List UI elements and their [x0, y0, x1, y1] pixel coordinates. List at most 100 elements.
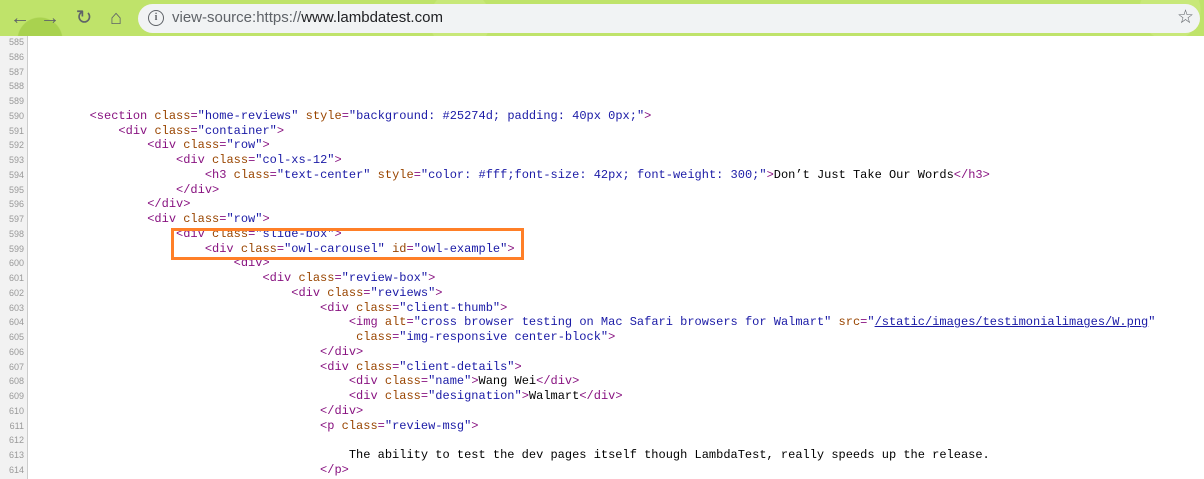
- code-token-tag: <div: [320, 300, 357, 315]
- code-token-tag: </div>: [320, 403, 364, 418]
- code-token-tag: </div>: [320, 344, 364, 359]
- code-token-attr: class: [356, 300, 393, 315]
- line-number: 594: [8, 169, 24, 180]
- source-line: 608 <div class="name">Wang Wei</div>: [0, 374, 1204, 389]
- source-line: 606 </div>: [0, 345, 1204, 360]
- source-line: 588: [0, 79, 1204, 94]
- code-token-tag: </div>: [176, 182, 220, 197]
- code-token-attr: class: [356, 330, 393, 344]
- source-line: 585: [0, 35, 1204, 50]
- code-token-val: "row": [226, 212, 263, 226]
- line-content: The ability to test the dev pages itself…: [32, 448, 990, 463]
- code-token-val: "text-center": [276, 167, 371, 182]
- url-host: www.lambdatest.com: [301, 9, 443, 26]
- source-line: 597 <div class="row">: [0, 212, 1204, 227]
- source-line: 595 </div>: [0, 183, 1204, 198]
- code-token-attr: alt: [384, 315, 407, 330]
- line-number: 595: [8, 184, 24, 195]
- url-text[interactable]: view-source:https://www.lambdatest.com: [172, 9, 443, 26]
- line-number: 612: [8, 435, 24, 446]
- reload-icon[interactable]: ↻: [72, 6, 96, 30]
- home-icon[interactable]: ⌂: [104, 6, 128, 30]
- line-content: <div class="row">: [32, 212, 269, 227]
- source-line: 594 <h3 class="text-center" style="color…: [0, 168, 1204, 183]
- source-link[interactable]: /static/images/testimonialimages/W.png: [875, 315, 1149, 329]
- code-token-val: ": [867, 315, 875, 330]
- code-token-tag: <div: [291, 285, 328, 300]
- source-line: 610 </div>: [0, 404, 1204, 419]
- line-number: 588: [8, 81, 24, 92]
- url-prefix: view-source:https://: [172, 9, 302, 26]
- line-content: </p>: [32, 463, 349, 478]
- code-token-attr: class: [356, 359, 393, 374]
- source-line: 604 <img alt="cross browser testing on M…: [0, 315, 1204, 330]
- line-number: 604: [8, 317, 24, 328]
- source-line: 601 <div class="review-box">: [0, 271, 1204, 286]
- code-token-attr: class: [327, 285, 364, 300]
- source-line: 587: [0, 65, 1204, 80]
- line-content: <h3 class="text-center" style="color: #f…: [32, 168, 990, 183]
- code-token-txt: The ability to test the dev pages itself…: [32, 448, 990, 462]
- line-content: <div class="reviews">: [32, 285, 443, 301]
- source-line: 591 <div class="container">: [0, 124, 1204, 139]
- code-token-tag: =: [341, 108, 349, 123]
- code-token-attr: class: [154, 108, 191, 123]
- source-line: 593 <div class="col-xs-12">: [0, 153, 1204, 168]
- code-token-val: "designation": [428, 389, 522, 403]
- forward-arrow-icon[interactable]: →: [38, 6, 62, 30]
- code-token-tag: =: [420, 374, 429, 389]
- line-number: 609: [8, 391, 24, 401]
- bookmark-star-icon[interactable]: ☆: [1177, 6, 1194, 29]
- source-line: 614 </p>: [0, 463, 1204, 478]
- line-content: </div>: [32, 404, 363, 419]
- line-content: <div class="review-box">: [32, 271, 435, 286]
- code-token-attr: class: [212, 153, 249, 167]
- code-token-tag: </h3>: [953, 167, 990, 182]
- code-token-attr: class: [183, 212, 220, 226]
- code-token-tag: >: [500, 300, 508, 315]
- line-number: 597: [8, 214, 24, 224]
- line-number: 601: [8, 273, 24, 283]
- line-number: 610: [8, 405, 24, 416]
- code-token-tag: <div: [118, 123, 155, 138]
- code-token-val: "container": [197, 123, 277, 138]
- code-token-tag: =: [377, 418, 385, 433]
- line-content: <div class="designation">Walmart</div>: [32, 389, 623, 404]
- line-content: <p class="review-msg">: [32, 418, 478, 434]
- line-content: <div class="col-xs-12">: [32, 153, 342, 168]
- line-number: 614: [8, 464, 24, 475]
- line-number: 606: [8, 346, 24, 357]
- code-token-val: ": [1148, 315, 1156, 330]
- line-number: 596: [8, 199, 24, 210]
- info-icon[interactable]: i: [148, 10, 164, 26]
- address-bar[interactable]: i view-source:https://www.lambdatest.com…: [138, 4, 1200, 33]
- line-number: 599: [8, 243, 24, 254]
- code-token-tag: <div: [320, 359, 357, 374]
- code-token-val: "img-responsive center-block": [399, 330, 609, 344]
- code-token-txt: Wang Wei: [478, 374, 537, 389]
- line-number: 586: [8, 51, 24, 62]
- back-arrow-icon[interactable]: ←: [8, 6, 32, 30]
- code-token-tag: <div: [348, 389, 385, 403]
- code-token-tag: >: [435, 285, 443, 300]
- line-number: 611: [9, 420, 24, 431]
- code-token-tag: </div>: [147, 197, 191, 212]
- code-token-val: "color: #fff;font-size: 42px; font-weigh…: [420, 167, 767, 182]
- source-line: 611 <p class="review-msg">: [0, 419, 1204, 434]
- code-token-tag: >: [766, 167, 774, 182]
- code-token-tag: >: [428, 271, 436, 285]
- code-token-tag: >: [514, 359, 522, 374]
- code-token-val: "reviews": [370, 285, 436, 300]
- highlight-box: [171, 228, 524, 260]
